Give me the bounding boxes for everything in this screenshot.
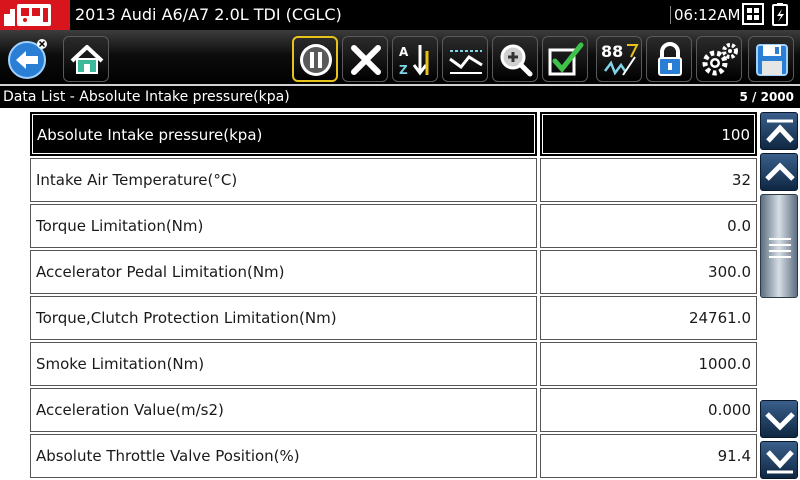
scan-tool-screen: 2013 Audi A6/A7 2.0L TDI (CGLC) 06:12AM <box>0 0 800 480</box>
svg-text:88: 88 <box>601 42 623 61</box>
home-button[interactable] <box>63 36 109 82</box>
scroll-up-button[interactable] <box>760 153 798 191</box>
pid-name: Intake Air Temperature(°C) <box>30 158 537 202</box>
double-chevron-up-icon <box>766 119 794 143</box>
zoom-icon <box>500 44 533 77</box>
pid-value: 32 <box>540 158 757 202</box>
list-item[interactable]: Acceleration Value(m/s2) 0.000 <box>30 388 757 432</box>
floppy-disk-icon <box>756 44 788 76</box>
zoom-button[interactable] <box>492 36 538 82</box>
battery-icon <box>772 3 788 26</box>
pid-value: 0.0 <box>540 204 757 248</box>
pid-value: 100 <box>540 112 757 156</box>
graph-icon <box>449 50 483 74</box>
pid-value: 24761.0 <box>540 296 757 340</box>
pid-name: Accelerator Pedal Limitation(Nm) <box>30 250 537 294</box>
back-arrow-icon <box>8 39 47 79</box>
units-88-icon: 88 <box>601 42 639 76</box>
list-item-selected[interactable]: Absolute Intake pressure(kpa) 100 <box>30 112 757 156</box>
scanner-logo-icon <box>0 0 70 30</box>
page-indicator: 5 / 2000 <box>739 90 795 104</box>
toolbar: A Z 88 <box>0 30 800 86</box>
title-bar: 2013 Audi A6/A7 2.0L TDI (CGLC) 06:12AM <box>0 0 800 30</box>
pid-name: Absolute Throttle Valve Position(%) <box>30 434 537 478</box>
back-button[interactable] <box>4 36 50 82</box>
list-item[interactable]: Accelerator Pedal Limitation(Nm) 300.0 <box>30 250 757 294</box>
pid-name: Torque,Clutch Protection Limitation(Nm) <box>30 296 537 340</box>
list-item[interactable]: Intake Air Temperature(°C) 32 <box>30 158 757 202</box>
home-icon <box>70 45 104 74</box>
vehicle-title: 2013 Audi A6/A7 2.0L TDI (CGLC) <box>75 5 342 24</box>
grip-icon <box>769 238 791 258</box>
data-list-title: Data List - Absolute Intake pressure(kpa… <box>3 89 290 105</box>
scroll-thumb[interactable] <box>760 194 798 298</box>
double-chevron-down-icon <box>766 450 794 474</box>
pid-value: 1000.0 <box>540 342 757 386</box>
clear-button[interactable] <box>342 36 388 82</box>
pid-name: Absolute Intake pressure(kpa) <box>30 112 537 156</box>
vci-connection-icon <box>742 3 764 25</box>
list-item[interactable]: Torque,Clutch Protection Limitation(Nm) … <box>30 296 757 340</box>
list-item[interactable]: Smoke Limitation(Nm) 1000.0 <box>30 342 757 386</box>
gears-icon <box>702 43 738 76</box>
chevron-up-icon <box>765 162 795 181</box>
save-button[interactable] <box>748 36 794 82</box>
list-item[interactable]: Torque Limitation(Nm) 0.0 <box>30 204 757 248</box>
select-button[interactable] <box>542 36 588 82</box>
x-icon <box>351 45 381 75</box>
pid-value: 91.4 <box>540 434 757 478</box>
pid-name: Acceleration Value(m/s2) <box>30 388 537 432</box>
scroll-bottom-button[interactable] <box>760 441 798 479</box>
scrollbar <box>757 108 800 480</box>
pid-value: 300.0 <box>540 250 757 294</box>
lock-button[interactable] <box>646 36 692 82</box>
pid-name: Torque Limitation(Nm) <box>30 204 537 248</box>
clock: 06:12AM <box>670 6 740 24</box>
lock-icon <box>658 42 682 76</box>
chevron-down-icon <box>765 412 795 431</box>
data-list-header: Data List - Absolute Intake pressure(kpa… <box>0 86 800 108</box>
scroll-down-button[interactable] <box>760 400 798 438</box>
units-button[interactable]: 88 <box>596 36 642 82</box>
graph-button[interactable] <box>442 36 488 82</box>
settings-button[interactable] <box>696 36 742 82</box>
sort-button[interactable]: A Z <box>392 36 438 82</box>
checkmark-icon <box>548 42 584 76</box>
pause-button[interactable] <box>292 36 338 82</box>
pid-name: Smoke Limitation(Nm) <box>30 342 537 386</box>
sort-az-icon: A Z <box>399 45 429 77</box>
svg-text:Z: Z <box>399 63 408 77</box>
pause-icon <box>300 44 332 76</box>
svg-text:A: A <box>399 45 409 59</box>
scroll-top-button[interactable] <box>760 112 798 150</box>
status-icons <box>741 2 797 28</box>
list-item[interactable]: Absolute Throttle Valve Position(%) 91.4 <box>30 434 757 478</box>
pid-value: 0.000 <box>540 388 757 432</box>
